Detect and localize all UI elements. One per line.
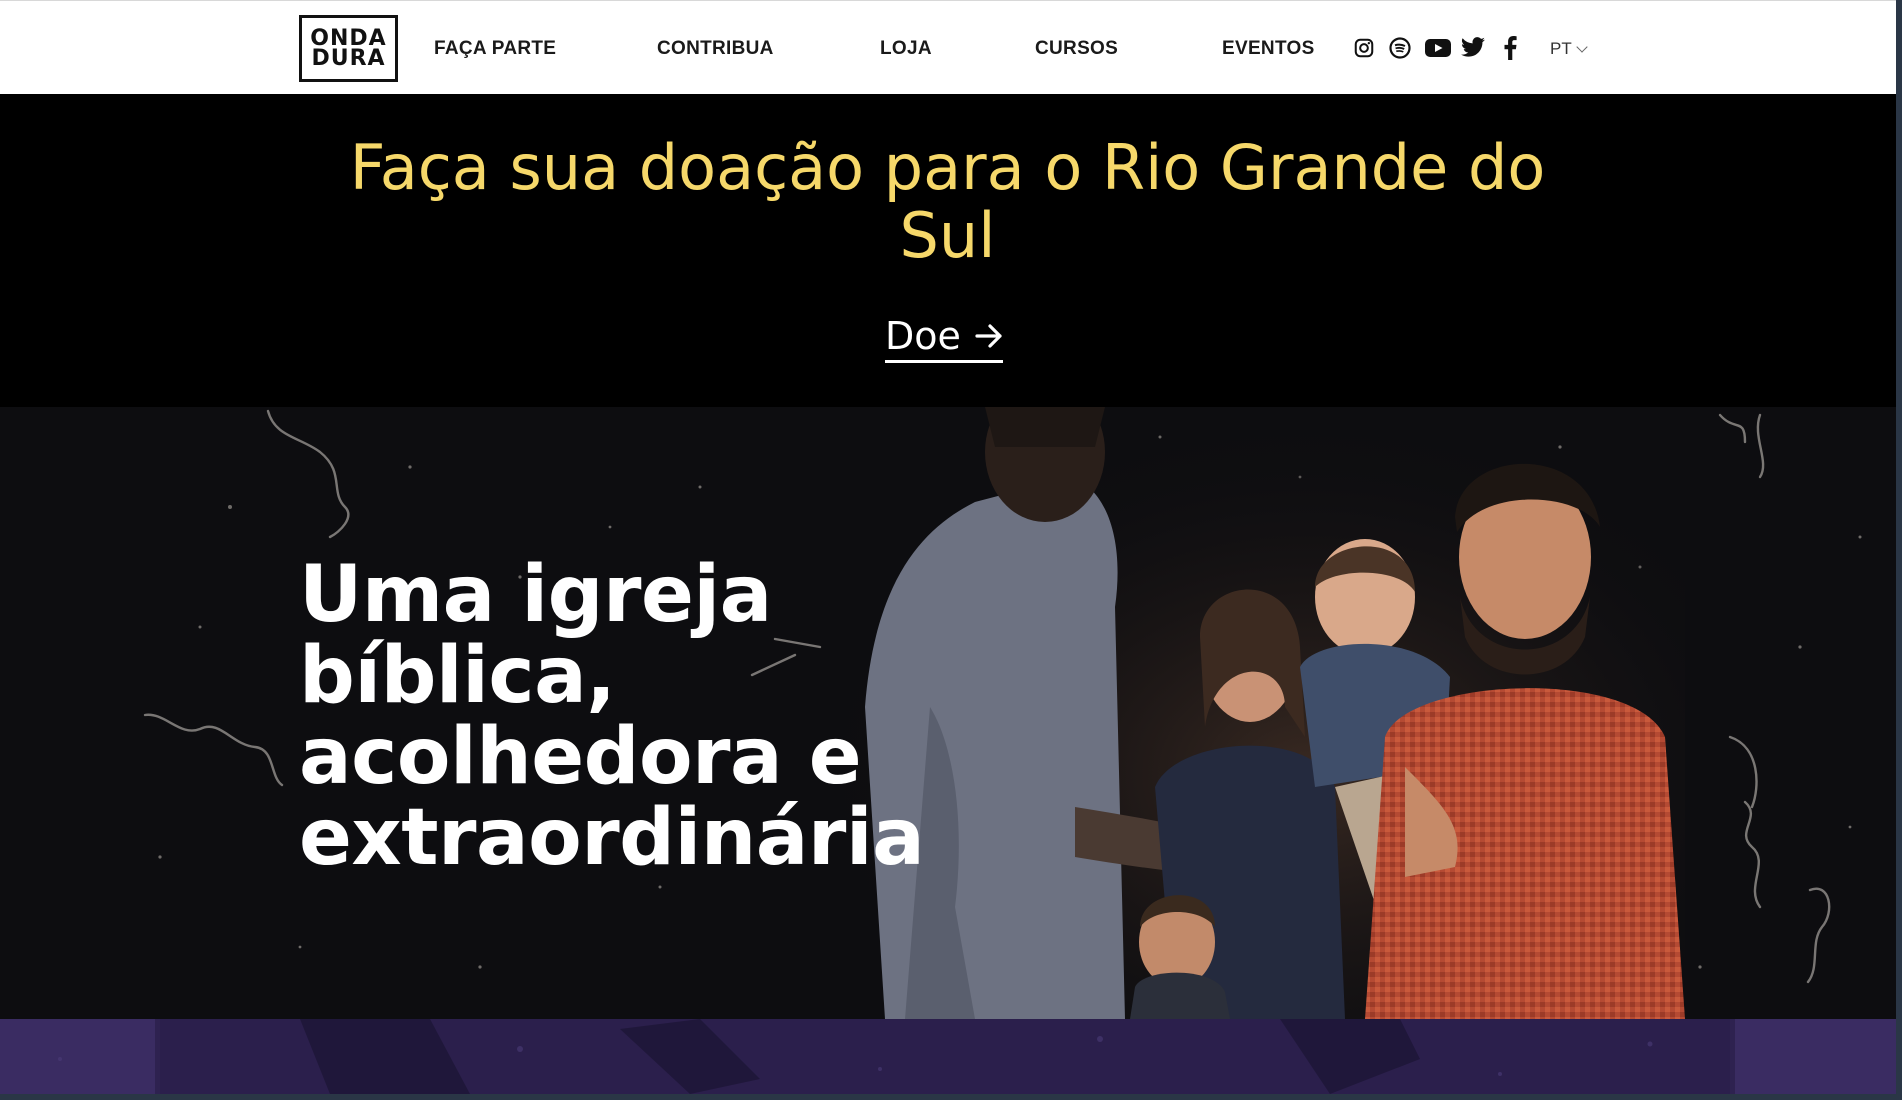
- window-edge-bottom: [0, 1094, 1902, 1100]
- facebook-icon[interactable]: [1498, 36, 1522, 60]
- hero-title: Uma igreja bíblica, acolhedora e extraor…: [299, 555, 925, 879]
- arrow-right-icon: [975, 324, 1002, 348]
- nav-item-eventos[interactable]: EVENTOS: [1222, 38, 1315, 60]
- language-selector[interactable]: PT: [1550, 39, 1588, 59]
- strip-texture: [0, 1019, 1896, 1094]
- logo-line-2: DURA: [311, 45, 386, 71]
- youtube-icon[interactable]: [1424, 36, 1452, 60]
- hero-section: Uma igreja bíblica, acolhedora e extraor…: [0, 407, 1896, 1019]
- instagram-icon[interactable]: [1352, 36, 1376, 60]
- banner-title: Faça sua doação para o Rio Grande do Sul: [349, 131, 1546, 272]
- twitter-icon[interactable]: [1460, 36, 1486, 60]
- site-logo[interactable]: ONDA DURA: [299, 15, 398, 82]
- nav-item-loja[interactable]: LOJA: [880, 38, 932, 60]
- hero-photo: [845, 407, 1685, 1019]
- donation-banner: Faça sua doação para o Rio Grande do Sul…: [0, 94, 1896, 407]
- hero-title-line-2: bíblica,: [299, 631, 616, 721]
- hero-title-line-1: Uma igreja: [299, 550, 772, 640]
- nav-item-faca-parte[interactable]: FAÇA PARTE: [434, 38, 556, 60]
- spotify-icon[interactable]: [1388, 36, 1412, 60]
- chevron-down-icon: [1576, 40, 1588, 53]
- next-section-preview: [0, 1019, 1896, 1094]
- donate-label: Doe: [885, 314, 961, 358]
- hero-title-line-3: acolhedora e: [299, 712, 862, 802]
- donate-button[interactable]: Doe: [885, 314, 1003, 363]
- nav-item-contribua[interactable]: CONTRIBUA: [657, 38, 774, 60]
- language-label: PT: [1550, 39, 1572, 58]
- hero-title-line-4: extraordinária: [299, 793, 925, 883]
- browser-viewport: ONDA DURA FAÇA PARTE CONTRIBUA LOJA CURS…: [0, 0, 1896, 1094]
- nav-item-cursos[interactable]: CURSOS: [1035, 38, 1118, 60]
- site-header: ONDA DURA FAÇA PARTE CONTRIBUA LOJA CURS…: [0, 0, 1896, 94]
- window-edge-right: [1896, 0, 1902, 1100]
